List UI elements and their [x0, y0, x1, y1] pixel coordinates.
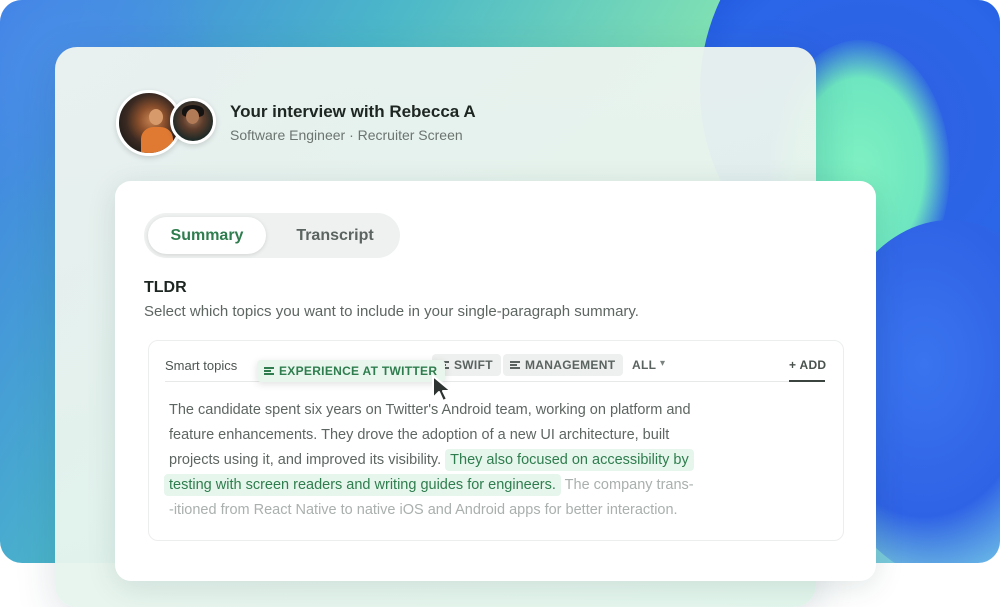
section-heading: TLDR	[144, 279, 187, 296]
avatar	[170, 98, 216, 144]
topic-chip-experience-at-twitter[interactable]: EXPERIENCE AT TWITTER	[257, 360, 446, 382]
avatar-face	[186, 109, 199, 124]
participant-avatars	[116, 90, 216, 156]
lines-icon	[510, 361, 520, 369]
page-subtitle: Software Engineer · Recruiter Screen	[230, 127, 463, 143]
add-underline	[789, 380, 825, 382]
chip-label: SWIFT	[454, 358, 493, 372]
avatar-figure	[141, 127, 173, 153]
summary-line: -itioned from React Native to native iOS…	[169, 502, 678, 518]
cursor-icon	[432, 375, 452, 402]
topic-chip-management[interactable]: MANAGEMENT	[503, 354, 624, 376]
avatar-face	[149, 109, 163, 125]
add-topic-button[interactable]: + ADD	[789, 358, 826, 372]
chevron-down-icon[interactable]: ▾	[660, 358, 665, 369]
tab-transcript[interactable]: Transcript	[276, 217, 394, 254]
highlighted-text: They also focused on accessibility by	[445, 449, 694, 471]
smart-topics-label: Smart topics	[165, 358, 238, 373]
faded-text: The company trans-	[564, 477, 694, 493]
summary-text: projects using it, and improved its visi…	[169, 452, 442, 468]
section-description: Select which topics you want to include …	[144, 303, 639, 320]
summary-line: projects using it, and improved its visi…	[169, 449, 694, 471]
chip-label: EXPERIENCE AT TWITTER	[279, 364, 438, 378]
tab-bar: Summary Transcript	[144, 213, 400, 258]
summary-line: testing with screen readers and writing …	[164, 474, 694, 496]
tab-summary[interactable]: Summary	[148, 217, 266, 254]
highlighted-text: testing with screen readers and writing …	[164, 474, 561, 496]
lines-icon	[264, 367, 274, 375]
summary-line: The candidate spent six years on Twitter…	[169, 402, 691, 418]
page-title: Your interview with Rebecca A	[230, 102, 476, 121]
chip-label: MANAGEMENT	[525, 358, 616, 372]
all-topics-dropdown[interactable]: ALL	[632, 358, 656, 372]
summary-line: feature enhancements. They drove the ado…	[169, 427, 670, 443]
